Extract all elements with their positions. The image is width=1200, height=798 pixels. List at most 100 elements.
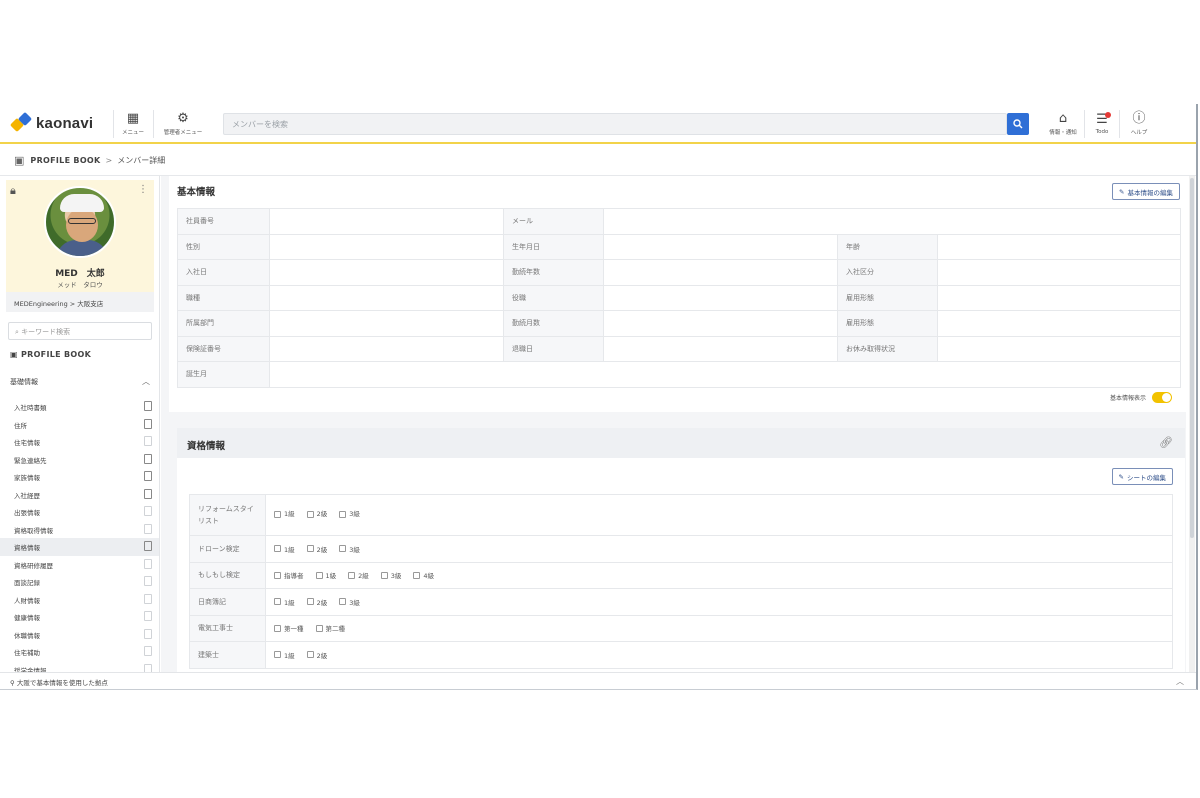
option-checkbox[interactable]: 3級 [339,597,360,607]
user-icon: ⚲ [10,679,17,687]
breadcrumb-root[interactable]: PROFILE BOOK [30,156,100,165]
profile-book-label: PROFILE BOOK [20,350,92,359]
basic-info-toggle[interactable] [1152,392,1172,403]
basic-info-row: 誕生月 [177,361,1181,388]
sidebar-item-label: 休職情報 [14,631,40,640]
profile-department[interactable]: MEDEngineering > 大阪支店 [6,292,154,312]
sidebar-item-label: 人財情報 [14,596,40,605]
basic-info-toggle-label: 基本情報表示 [1109,395,1146,402]
checkbox-icon [339,598,347,605]
sidebar-item[interactable]: 家族情報 [0,468,159,486]
field-label: 誕生月 [177,361,270,388]
main-scrollbar[interactable] [1189,176,1195,672]
sidebar-item[interactable]: 緊急連絡先 [0,451,159,469]
grid-icon: ▦ [126,111,140,126]
checkbox-icon [306,598,314,605]
book-icon: ▣ [10,350,21,359]
more-vert-icon[interactable]: ⋮ [138,184,148,195]
header-divider [113,110,114,138]
breadcrumb-current: メンバー詳細 [117,156,166,165]
sidebar-item-label: 資格取得情報 [14,526,53,535]
notifications-label: 情報・通知 [1049,130,1077,136]
help-button[interactable]: ⓘ ヘルプ [1125,108,1153,140]
gear-icon: ⚙ [177,111,189,126]
sidebar-item[interactable]: 出張情報 [0,503,159,521]
sidebar-item[interactable]: 休職情報 [0,626,159,644]
document-icon [144,611,152,621]
sheet-group-header[interactable]: 基礎情報 ︿ [10,377,150,387]
option-checkbox[interactable]: 第二種 [315,623,345,633]
option-checkbox[interactable]: 1級 [315,570,336,580]
field-label: 退職日 [503,335,604,362]
sidebar-item[interactable]: 住所 [0,416,159,434]
checkbox-icon [413,571,421,579]
field-label: お休み取得状況 [837,335,938,362]
qualification-label: もしもし検定 [189,561,266,589]
edit-sheet-button[interactable]: ✎ シートの編集 [1111,468,1173,485]
profile-book-heading[interactable]: ▣ PROFILE BOOK [10,350,91,359]
field-label: 入社区分 [837,259,938,286]
kaonavi-logo[interactable]: kaonavi [9,111,93,133]
chevron-up-icon[interactable]: ︿ [1176,676,1184,687]
option-checkbox[interactable]: 4級 [413,570,434,580]
members-menu-label: メニュー [121,130,144,136]
basic-info-row: 保険証番号 退職日 お休み取得状況 [177,335,1181,362]
notifications-button[interactable]: ⌂ 情報・通知 [1046,108,1080,140]
member-search-input[interactable]: メンバーを検索 [223,113,1007,135]
option-checkbox[interactable]: 指導者 [274,570,304,580]
search-button[interactable] [1007,113,1029,135]
option-checkbox[interactable]: 2級 [306,544,327,554]
option-checkbox[interactable]: 3級 [339,544,360,554]
document-icon [144,646,152,656]
qualification-label: 日商簿記 [189,588,266,616]
option-checkbox[interactable]: 1級 [274,544,295,554]
option-label: 2級 [316,510,328,519]
field-value [603,310,838,337]
option-checkbox[interactable]: 2級 [306,508,328,520]
document-icon [144,471,152,481]
members-menu-button[interactable]: ▦ メニュー [118,108,148,140]
option-checkbox[interactable]: 2級 [306,650,327,660]
option-checkbox[interactable]: 第一種 [274,623,304,633]
admin-menu-button[interactable]: ⚙ 管理者メニュー [158,108,208,140]
lock-icon[interactable]: 🔒︎ [10,184,16,198]
keyword-search-input[interactable]: ⌕ キーワード検索 [8,322,152,340]
qualification-title: 資格情報 [187,441,226,452]
sidebar-item[interactable]: 奨学金情報 [0,661,159,672]
option-checkbox[interactable]: 3級 [339,508,360,520]
field-label: 社員番号 [177,208,270,235]
scrollbar-thumb[interactable] [1190,178,1194,538]
option-checkbox[interactable]: 1級 [274,508,295,520]
qualification-label: リフォームスタイリスト [189,494,266,536]
option-checkbox[interactable]: 3級 [380,570,401,580]
edit-basic-info-button[interactable]: ✎ 基本情報の編集 [1112,183,1180,200]
sidebar-item[interactable]: 資格取得情報 [0,521,159,539]
sidebar-item[interactable]: 資格情報 [0,538,159,556]
sidebar-item[interactable]: 入社時書類 [0,398,159,416]
sidebar-item-label: 家族情報 [14,474,40,482]
sidebar-item[interactable]: 健康情報 [0,608,159,626]
list-icon: ☰ [1096,112,1111,127]
checkbox-icon [274,651,281,658]
option-label: 3級 [349,510,360,519]
document-icon [144,558,152,569]
option-checkbox[interactable]: 2級 [306,597,327,607]
sidebar-item[interactable]: 資格研修履歴 [0,556,159,574]
link-icon[interactable]: 🔗︎ [1159,436,1173,449]
sidebar-item[interactable]: 人財情報 [0,591,159,609]
sidebar-item[interactable]: 住宅補助 [0,643,159,661]
sidebar-item-label: 健康情報 [14,614,40,622]
option-checkbox[interactable]: 2級 [348,570,369,580]
option-checkbox[interactable]: 1級 [274,650,295,660]
profile-name: MED 太郎 [55,269,105,279]
sidebar-item[interactable]: 入社経歴 [0,486,159,504]
option-label: 3級 [349,545,360,554]
checkbox-icon [274,510,281,518]
qualification-label: 電気工事士 [189,614,266,642]
todo-button[interactable]: ☰ Todo [1090,108,1114,140]
option-checkbox[interactable]: 1級 [274,597,295,607]
field-value [269,208,504,235]
sheet-list: 入社時書類 住所 住宅情報 緊急連絡先家族情報入社経歴 出張情報資格取得情報資格情報 資格… [0,398,159,672]
sidebar-item[interactable]: 面談記録 [0,573,159,591]
sidebar-item[interactable]: 住宅情報 [0,433,159,451]
